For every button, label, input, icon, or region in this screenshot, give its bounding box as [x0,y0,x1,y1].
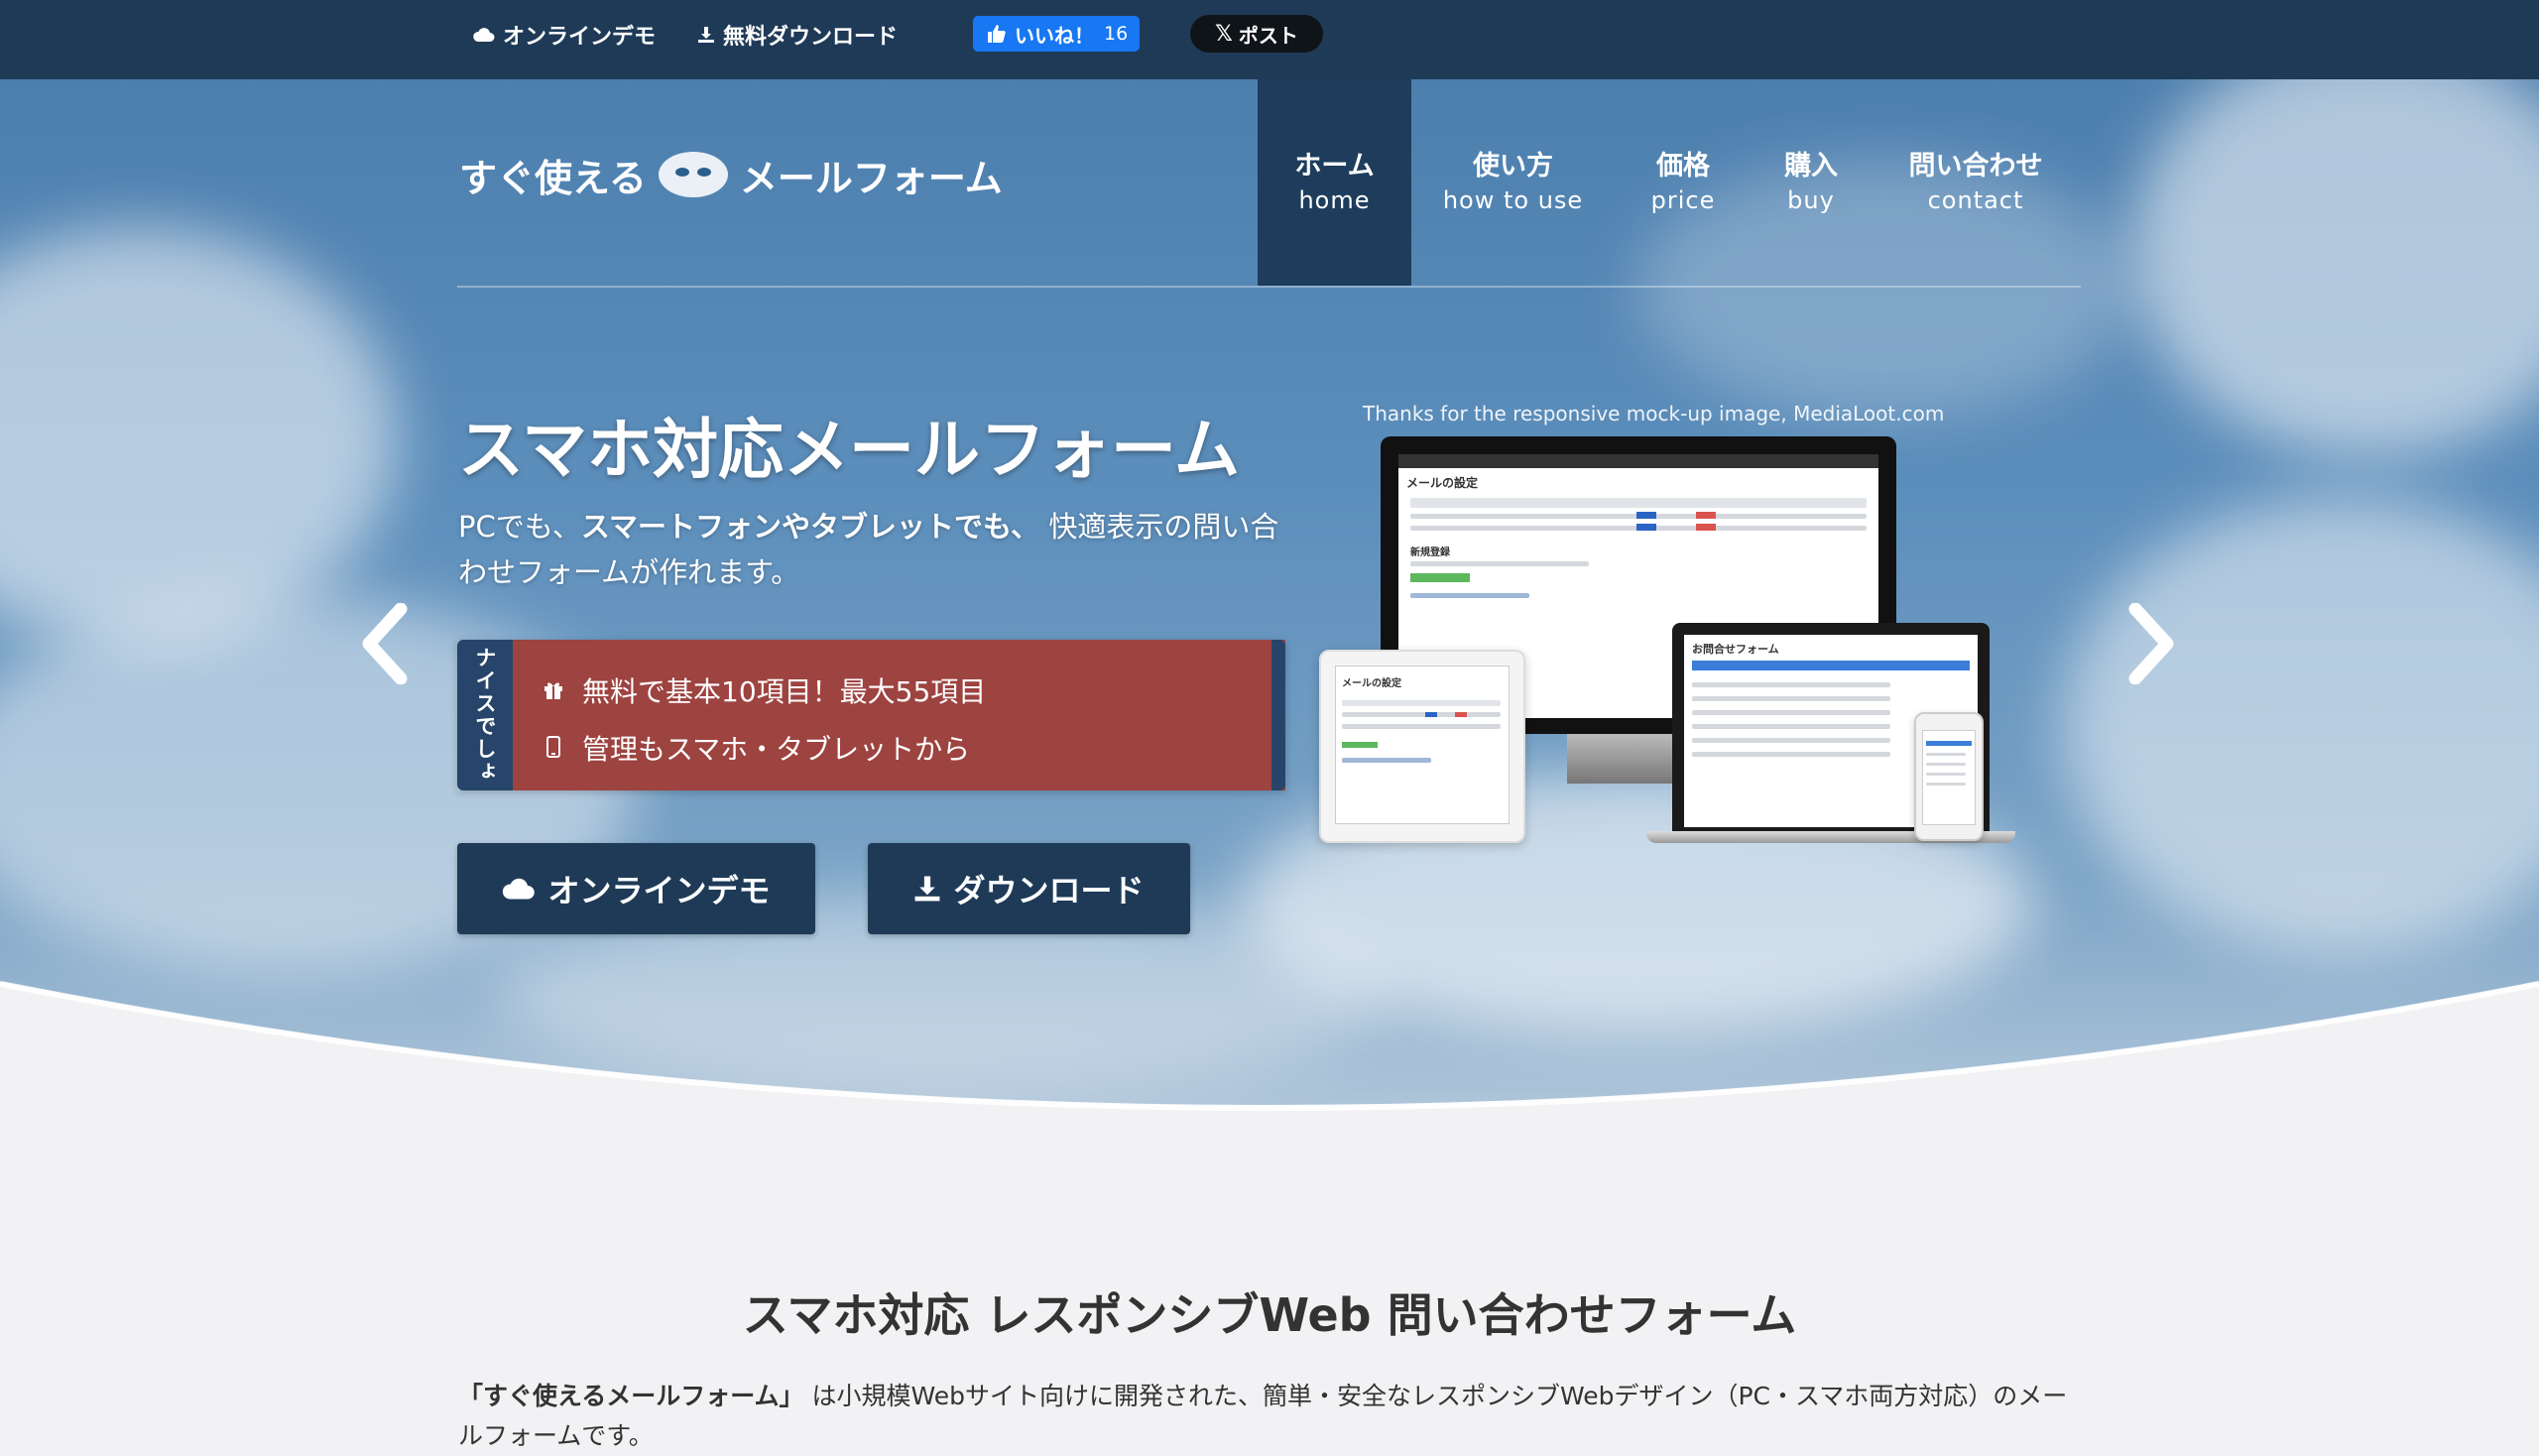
tablet-mockup: メールの設定 [1319,650,1525,843]
cloud-icon [503,878,536,900]
mock-laptop-title: お問合せフォーム [1692,643,1779,656]
mock-monitor-subtitle: 新規登録 [1410,547,1450,558]
feature-text: 管理もスマホ・タブレットから [582,733,971,766]
logo-text-right: メールフォーム [739,156,1003,200]
mascot-icon [658,152,728,197]
nav-label-jp: 価格 [1656,151,1710,182]
x-post-label: ポスト [1238,23,1298,48]
online-demo-button-label: オンラインデモ [547,872,771,910]
hero-desc-bold: スマートフォンやタブレットでも、 [580,510,1040,544]
nav-label-jp: 問い合わせ [1908,151,2043,182]
mobile-icon [543,732,564,765]
nav-label-jp: ホーム [1294,151,1375,182]
hero-title: スマホ対応メールフォーム [458,412,1241,488]
header-divider [457,286,2081,288]
feature-list: 無料で基本10項目！最大55項目 管理もスマホ・タブレットから [513,640,1285,790]
nav-item-price[interactable]: 価格 price [1615,79,1752,286]
hero-description: PCでも、スマートフォンやタブレットでも、 快適表示の問い合わせフォームが作れま… [458,504,1291,595]
top-bar: オンラインデモ 無料ダウンロード いいね！ 16 𝕏 ポスト [0,0,2539,79]
nav-item-how-to-use[interactable]: 使い方 how to use [1411,79,1615,286]
feature-tag: ナイスでしょ [457,640,513,790]
nav-item-buy[interactable]: 購入 buy [1752,79,1871,286]
mock-monitor-title: メールの設定 [1406,476,1479,490]
feature-text: 無料で基本10項目！最大55項目 [582,675,987,708]
free-download-link[interactable]: 無料ダウンロード [697,20,898,50]
nav-label-en: how to use [1442,186,1584,214]
device-mockup-image: メールの設定 新規登録 メールの設定 お問合せフォーム [1319,436,2015,853]
logo-text-left: すぐ使える [459,156,647,200]
feature-item: 無料で基本10項目！最大55項目 [543,662,1285,719]
slider-next-arrow-icon[interactable] [2123,603,2179,684]
download-button[interactable]: ダウンロード [868,843,1190,934]
thumbs-up-icon [988,25,1006,43]
download-icon [698,27,714,43]
online-demo-link[interactable]: オンラインデモ [473,20,656,50]
gift-icon [543,674,564,707]
nav-label-en: price [1650,186,1716,214]
fb-like-count: 16 [1104,23,1129,45]
nav-item-contact[interactable]: 問い合わせ contact [1871,79,2081,286]
mock-tablet-title: メールの設定 [1342,678,1401,689]
feature-box: ナイスでしょ 無料で基本10項目！最大55項目 管理もスマホ・タブレットから [457,640,1285,790]
x-logo-icon: 𝕏 [1215,21,1233,47]
feature-item: 管理もスマホ・タブレットから [543,719,1285,777]
nav-label-jp: 使い方 [1473,151,1553,182]
online-demo-button[interactable]: オンラインデモ [457,843,815,934]
nav-label-jp: 購入 [1784,151,1838,182]
facebook-like-button[interactable]: いいね！ 16 [973,16,1140,52]
nav-label-en: buy [1787,186,1835,214]
hero-desc-part1: PCでも、 [458,510,581,544]
cloud-icon [473,28,495,42]
fb-like-label: いいね！ [1015,23,1094,48]
x-post-button[interactable]: 𝕏 ポスト [1190,15,1323,53]
phone-mockup [1914,712,1984,841]
section-title: スマホ対応 レスポンシブWeb 問い合わせフォーム [742,1288,1797,1342]
free-download-label: 無料ダウンロード [723,25,899,50]
download-icon [915,876,940,902]
section-text-bold: 「すぐ使えるメールフォーム」 [458,1382,804,1410]
nav-item-home[interactable]: ホーム home [1258,79,1411,286]
main-nav: ホーム home 使い方 how to use 価格 price 購入 buy … [1258,79,2081,286]
online-demo-label: オンラインデモ [503,25,657,50]
nav-label-en: home [1298,186,1371,214]
mockup-credit: Thanks for the responsive mock-up image,… [1363,402,1945,425]
slider-prev-arrow-icon[interactable] [357,603,413,684]
site-logo[interactable]: すぐ使える メールフォーム [459,145,1003,204]
section-text: 「すぐ使えるメールフォーム」 は小規模Webサイト向けに開発された、簡単・安全な… [458,1377,2085,1456]
download-button-label: ダウンロード [953,872,1145,910]
nav-label-en: contact [1927,186,2024,214]
